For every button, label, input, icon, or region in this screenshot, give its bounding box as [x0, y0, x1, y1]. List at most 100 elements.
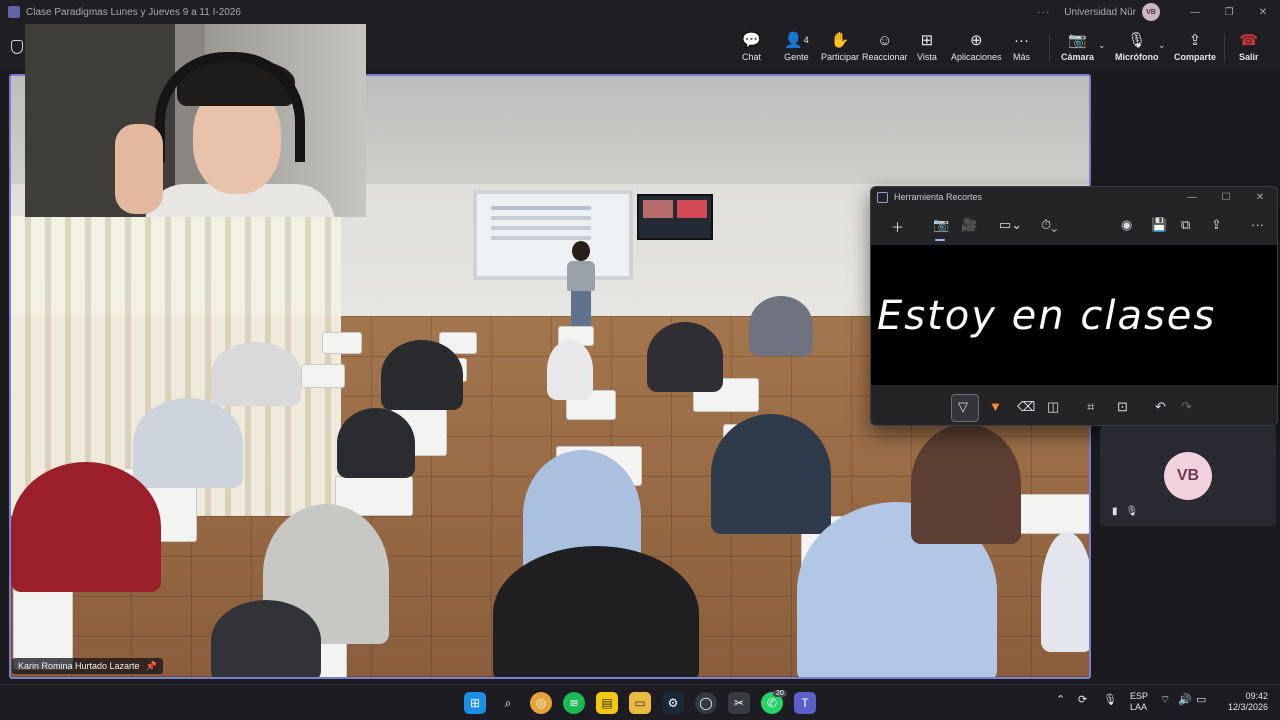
- mic-muted-icon: 🎙: [1125, 506, 1147, 517]
- chat-button[interactable]: 💬 Chat: [742, 30, 761, 62]
- user-avatar[interactable]: VB: [1142, 3, 1160, 21]
- camera-button[interactable]: 📷 Cámara: [1061, 30, 1094, 62]
- snipping-tool-title-bar: Herramienta Recortes — ☐ ✕: [871, 187, 1277, 207]
- desk: [13, 580, 73, 670]
- teams-icon[interactable]: T: [794, 692, 816, 714]
- restore-button[interactable]: ❐: [1212, 7, 1246, 18]
- copilot-icon[interactable]: ◉: [1121, 217, 1132, 233]
- mic-off-icon: 🎙: [1127, 32, 1147, 49]
- more-options-icon[interactable]: ···: [1251, 217, 1264, 232]
- chrome-icon[interactable]: ◎: [530, 692, 552, 714]
- delay-icon[interactable]: ⏱⌄: [1041, 217, 1057, 233]
- organization-name[interactable]: Universidad Nûr: [1064, 7, 1136, 18]
- sticky-notes-icon[interactable]: ▤: [596, 692, 618, 714]
- student: [911, 424, 1021, 544]
- volume-icon[interactable]: 🔊: [1178, 693, 1192, 706]
- video-mode-icon[interactable]: 🎥: [961, 217, 977, 233]
- more-button[interactable]: ··· Más: [1013, 30, 1030, 63]
- shield-icon[interactable]: [11, 40, 23, 54]
- window-title-bar: Clase Paradigmas Lunes y Jueves 9 a 11 I…: [0, 0, 1280, 24]
- title-more-icon[interactable]: ···: [1037, 7, 1050, 18]
- desk: [322, 332, 362, 354]
- share-button[interactable]: ⇪ Comparte: [1174, 30, 1216, 62]
- signal-icon: ▮: [1112, 506, 1126, 517]
- steam-icon[interactable]: ⚙: [662, 692, 684, 714]
- snip-close-button[interactable]: ✕: [1243, 192, 1277, 203]
- participant-name-tag: Karin Romina Hurtado Lazarte 📌: [12, 658, 163, 674]
- share-icon[interactable]: ⇪: [1211, 217, 1222, 233]
- whatsapp-badge: 20: [773, 690, 787, 697]
- people-button[interactable]: 👤 4 Gente: [784, 30, 809, 62]
- start-menu-icon[interactable]: ⊞: [464, 692, 486, 714]
- sync-icon[interactable]: ⟳: [1078, 693, 1087, 706]
- clock-date: 12/3/2026: [1227, 702, 1268, 712]
- wall-tv: [637, 194, 713, 240]
- plus-icon: ⊕: [969, 32, 983, 49]
- student: [133, 398, 243, 488]
- windows-taskbar: ⊞ ⌕ ◎ ≋ ▤ ▭ ⚙ ◯ ✂ ✆ 20 T ⌃ ⟳ 🎙 ESP LAA ⌔…: [0, 684, 1280, 720]
- participant-tile[interactable]: VB ▮🎙: [1100, 426, 1276, 526]
- save-icon[interactable]: 💾: [1151, 217, 1167, 233]
- search-icon[interactable]: ⌕: [497, 692, 519, 714]
- undo-icon[interactable]: ↶: [1155, 399, 1166, 415]
- snip-maximize-button[interactable]: ☐: [1209, 192, 1243, 203]
- participant-avatar: VB: [1164, 452, 1212, 500]
- react-button[interactable]: ☺ Reaccionar: [862, 30, 908, 63]
- ellipsis-icon: ···: [1014, 31, 1029, 49]
- snipping-toolbar: ＋ 📷 🎥 ▭⌄ ⏱⌄ ◉ 💾 ⧉ ⇪ ···: [871, 207, 1277, 245]
- file-explorer-icon[interactable]: ▭: [629, 692, 651, 714]
- apps-button[interactable]: ⊕ Aplicaciones: [951, 30, 1002, 62]
- opera-gx-icon[interactable]: ◯: [695, 692, 717, 714]
- toolbar-divider: [1224, 34, 1225, 62]
- mic-options-chevron-icon[interactable]: ⌄: [1158, 40, 1166, 51]
- copy-icon[interactable]: ⧉: [1181, 217, 1190, 233]
- eraser-icon[interactable]: ⌫: [1017, 399, 1035, 415]
- presenter-video[interactable]: [25, 24, 366, 217]
- battery-icon[interactable]: ▭: [1196, 693, 1206, 706]
- view-button[interactable]: ⊞ Vista: [917, 30, 937, 62]
- window-title: Clase Paradigmas Lunes y Jueves 9 a 11 I…: [26, 6, 241, 18]
- camera-options-chevron-icon[interactable]: ⌄: [1098, 40, 1106, 51]
- redo-icon: ↷: [1181, 399, 1192, 414]
- pin-icon[interactable]: 📌: [146, 661, 157, 672]
- presenter-hand: [115, 124, 163, 214]
- desk: [301, 364, 345, 388]
- close-window-button[interactable]: ✕: [1246, 7, 1280, 18]
- new-snip-icon[interactable]: ＋: [891, 217, 904, 236]
- spotify-icon[interactable]: ≋: [563, 692, 585, 714]
- text-actions-icon[interactable]: ⊡: [1117, 399, 1128, 415]
- system-clock[interactable]: 09:42 12/3/2026: [1222, 691, 1268, 713]
- snip-minimize-button[interactable]: —: [1175, 192, 1209, 203]
- mic-muted-tray-icon[interactable]: 🎙: [1103, 693, 1117, 706]
- handwritten-text: Estoy en clases: [877, 293, 1217, 339]
- snipping-tool-taskbar-icon[interactable]: ✂: [728, 692, 750, 714]
- highlighter-icon[interactable]: ▼: [989, 399, 1002, 414]
- shapes-icon[interactable]: ◫: [1047, 399, 1059, 415]
- microphone-button[interactable]: 🎙 Micrófono: [1115, 30, 1159, 62]
- student: [547, 340, 593, 400]
- projector-screen: [473, 190, 633, 280]
- pen-icon[interactable]: ▽: [958, 399, 968, 415]
- student: [337, 408, 415, 478]
- share-icon: ⇪: [1188, 32, 1202, 49]
- tray-overflow-chevron-icon[interactable]: ⌃: [1056, 693, 1065, 706]
- student: [211, 600, 321, 677]
- student: [11, 462, 161, 592]
- student: [749, 296, 813, 356]
- wifi-icon[interactable]: ⌔: [1160, 693, 1170, 707]
- student: [1041, 532, 1089, 652]
- teams-app-icon: [8, 6, 20, 18]
- participant-name: Karin Romina Hurtado Lazarte: [18, 661, 140, 671]
- snipping-tool-window[interactable]: Herramienta Recortes — ☐ ✕ ＋ 📷 🎥 ▭⌄ ⏱⌄ ◉…: [870, 186, 1278, 426]
- snip-canvas[interactable]: Estoy en clases: [871, 245, 1277, 385]
- minimize-button[interactable]: —: [1178, 7, 1212, 18]
- smiley-icon: ☺: [877, 31, 893, 49]
- input-language[interactable]: ESP LAA: [1130, 691, 1148, 713]
- raise-hand-button[interactable]: ✋ Participar: [821, 30, 859, 62]
- annotation-toolbar: ▽ ▼ ⌫ ◫ ⌗ ⊡ ↶ ↷: [871, 389, 1277, 425]
- leave-button[interactable]: ☎ Salir: [1239, 30, 1259, 62]
- snip-shape-icon[interactable]: ▭⌄: [999, 217, 1022, 233]
- teacher-figure: [563, 241, 599, 329]
- screenshot-mode-icon[interactable]: 📷: [933, 217, 949, 233]
- crop-icon[interactable]: ⌗: [1087, 399, 1094, 415]
